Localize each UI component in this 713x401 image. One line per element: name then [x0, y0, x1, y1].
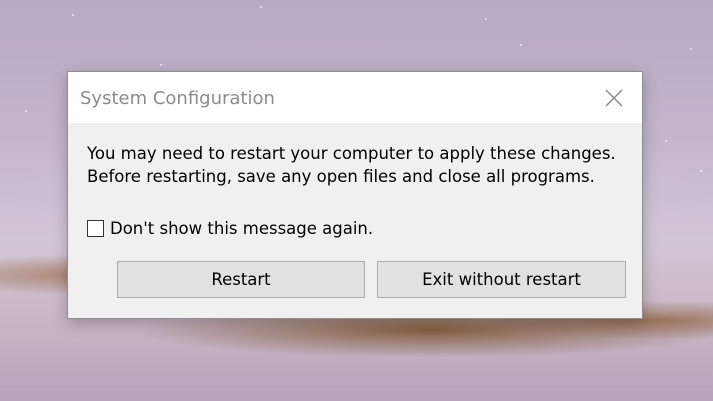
close-icon: [600, 84, 628, 112]
message-line-1: You may need to restart your computer to…: [87, 144, 616, 163]
dialog-title: System Configuration: [80, 88, 275, 109]
star: [72, 14, 74, 16]
message-line-2: Before restarting, save any open files a…: [87, 167, 595, 186]
dialog-titlebar: System Configuration: [68, 72, 642, 123]
exit-without-restart-button[interactable]: Exit without restart: [377, 261, 626, 298]
restart-button[interactable]: Restart: [117, 261, 365, 298]
dialog-message: You may need to restart your computer to…: [87, 142, 616, 188]
star: [25, 110, 27, 112]
dont-show-again-label[interactable]: Don't show this message again.: [110, 219, 373, 238]
star: [700, 170, 702, 172]
star: [160, 64, 162, 66]
system-configuration-dialog: System Configuration You may need to res…: [67, 71, 643, 319]
star: [485, 18, 487, 20]
dont-show-again-row[interactable]: Don't show this message again.: [87, 218, 373, 238]
dont-show-again-checkbox[interactable]: [87, 219, 104, 237]
star: [520, 44, 522, 46]
star: [665, 140, 667, 142]
close-button[interactable]: [600, 84, 628, 112]
star: [690, 48, 692, 50]
star: [260, 6, 262, 8]
